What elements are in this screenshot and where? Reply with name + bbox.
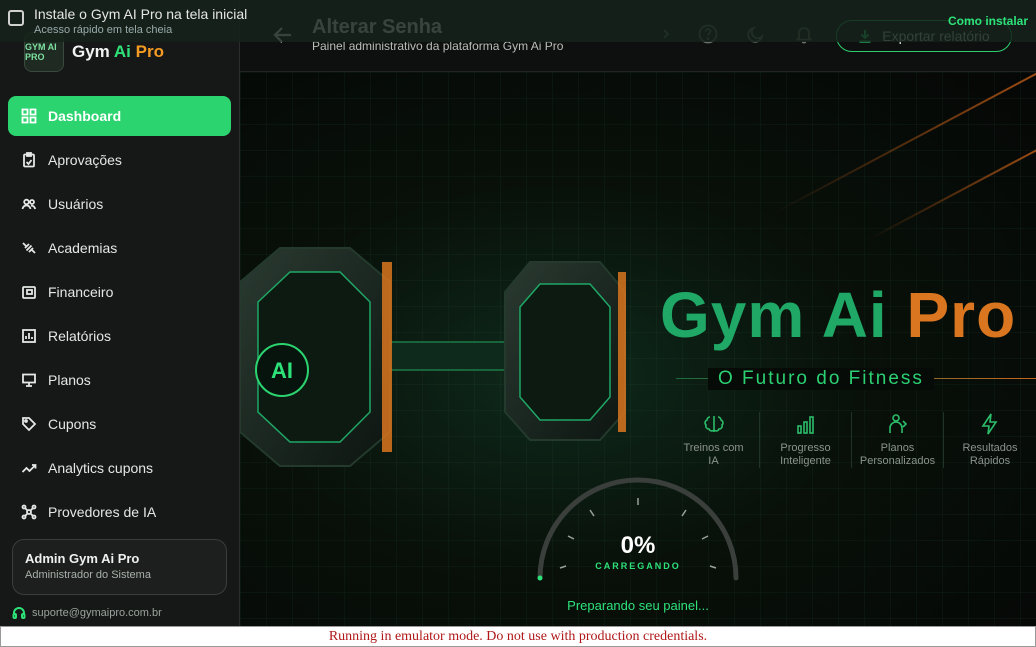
sidebar-item-label: Relatórios [48,328,112,344]
analytics-icon [20,459,38,477]
back-button[interactable] [272,24,296,48]
export-report-label: Exportar relatório [882,28,990,44]
feature-line2: IA [708,455,719,467]
theme-toggle[interactable] [746,24,768,46]
help-button[interactable] [698,24,720,46]
feature-line1: Treinos com [683,442,744,454]
user-role: Administrador do Sistema [25,569,151,581]
hero-title: Gym Ai Pro [660,278,1016,352]
sidebar-nav: Dashboard Aprovações Usuários Academias … [8,96,231,536]
feature-line1: Resultados [962,442,1018,454]
sidebar-item-label: Provedores de IA [48,504,157,520]
ai-badge-text: AI [271,358,293,383]
notifications-button[interactable] [794,24,816,46]
sidebar-item-label: Financeiro [48,284,114,300]
sidebar-item-financeiro[interactable]: Financeiro [8,272,231,312]
headset-icon [12,607,26,619]
brand-name-pro: Pro [130,42,164,61]
sidebar: GYM AI PRO Gym Ai Pro Dashboard Aprovaçõ… [0,0,240,626]
sidebar-item-label: Cupons [48,416,97,432]
brand-name: Gym Ai Pro [72,42,164,62]
sidebar-item-provedores-ia[interactable]: Provedores de IA [8,492,231,532]
feature-line2: Inteligente [780,455,831,467]
bar-chart-icon [20,327,38,345]
brand-name-ai: Ai [113,42,131,61]
support-contact[interactable]: suporte@gymaipro.com.br [12,606,162,620]
how-to-install-link[interactable]: Como instalar [948,14,1028,28]
feature-line1: Planos [880,442,915,454]
tag-icon [20,415,38,433]
user-name: Admin Gym Ai Pro [25,551,140,566]
emulator-notice: Running in emulator mode. Do not use wit… [0,626,1036,647]
sidebar-item-label: Planos [48,372,91,388]
page-subtitle: Painel administrativo da plataforma Gym … [312,39,564,53]
support-email: suporte@gymaipro.com.br [32,607,162,619]
feature-list: Treinos com IA Progresso Inteligente Plano… [668,412,1036,468]
dumbbell-illustration: AI [240,247,626,467]
brain-icon [703,416,724,432]
brand-logo-text: GYM AI PRO [25,42,57,62]
sidebar-item-label: Usuários [48,196,104,212]
feature-item: Progresso Inteligente [760,412,852,468]
help-icon [698,24,718,44]
loading-splash: AI Gym Ai Pro O Futuro do Fitness Treino… [240,72,1036,626]
loading-label: CARREGANDO [595,561,681,571]
chevron-right-icon [663,29,670,39]
network-icon [20,503,38,521]
sidebar-item-label: Academias [48,240,118,256]
sidebar-item-label: Analytics cupons [48,460,154,476]
chevron-right-button[interactable] [658,24,680,46]
feature-line1: Progresso [780,442,831,454]
bell-icon [795,27,813,44]
top-header: Alterar Senha Painel administrativo da p… [240,0,1036,72]
sidebar-item-label: Dashboard [48,108,122,124]
sidebar-item-relatorios[interactable]: Relatórios [8,316,231,356]
hero-title-gym: Gym Ai [660,279,907,351]
wallet-icon [20,283,38,301]
progress-gauge [537,477,739,581]
feature-line2: Personalizados [859,455,936,467]
hero-title-pro: Pro [906,279,1017,351]
feature-item: Planos Personalizados [852,412,944,468]
sidebar-item-planos[interactable]: Planos [8,360,231,400]
app: Instale o Gym AI Pro na tela inicial Ace… [0,0,1036,647]
loading-status: Preparando seu painel... [567,598,709,613]
hero-tagline: O Futuro do Fitness [708,368,934,390]
sidebar-item-analytics-cupons[interactable]: Analytics cupons [8,448,231,488]
brand-name-gym: Gym [72,42,114,61]
page-title: Alterar Senha [312,16,443,38]
dumbbell-icon [20,239,38,257]
brand-logo: GYM AI PRO [24,32,64,72]
monitor-icon [20,371,38,389]
user-card[interactable]: Admin Gym Ai Pro Administrador do Sistem… [12,539,227,595]
feature-line2: Rápidos [969,455,1011,467]
sidebar-item-academias[interactable]: Academias [8,228,231,268]
sidebar-item-label: Aprovações [48,152,122,168]
bars-icon [796,416,814,434]
moon-icon [747,26,764,43]
coach-icon [888,414,907,433]
progress-percent: 0% [620,532,656,559]
sidebar-item-usuarios[interactable]: Usuários [8,184,231,224]
dashboard-icon [20,107,38,125]
feature-item: Treinos com IA [668,412,760,468]
feature-item: Resultados Rápidos [944,412,1036,468]
sidebar-item-dashboard[interactable]: Dashboard [8,96,231,136]
users-icon [20,195,38,213]
download-icon [859,30,871,43]
bolt-icon [981,413,998,435]
sidebar-item-cupons[interactable]: Cupons [8,404,231,444]
arrow-left-icon [273,27,291,43]
brand[interactable]: GYM AI PRO Gym Ai Pro [24,32,164,72]
clipboard-icon [20,151,38,169]
sidebar-item-aprovacoes[interactable]: Aprovações [8,140,231,180]
